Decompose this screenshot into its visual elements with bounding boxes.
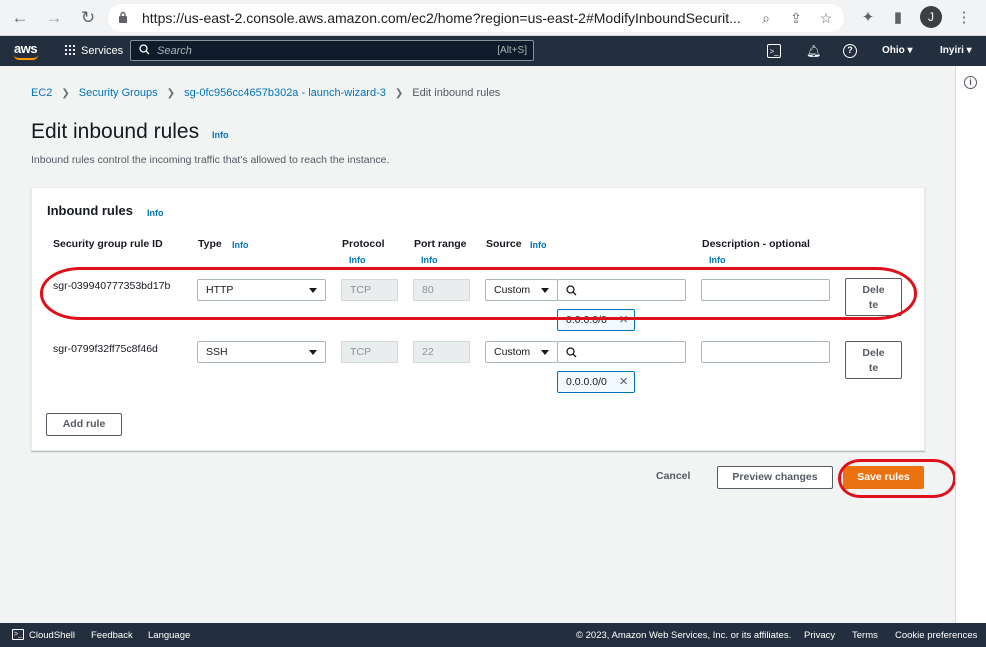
url-text: https://us-east-2.console.aws.amazon.com… xyxy=(142,10,741,26)
aws-logo[interactable]: aws xyxy=(14,41,38,56)
search-icon xyxy=(139,44,150,55)
utility-panel: i xyxy=(955,66,986,623)
zoom-icon[interactable]: ⌕ xyxy=(756,8,776,28)
column-header-description: Description - optional xyxy=(702,238,810,250)
cidr-value: 0.0.0.0/0 xyxy=(566,376,607,388)
footer-cloudshell-link[interactable]: CloudShell xyxy=(29,630,75,641)
side-panel-icon[interactable]: ▮ xyxy=(886,6,910,30)
description-input[interactable] xyxy=(701,341,830,363)
delete-label-line2: te xyxy=(868,362,879,374)
breadcrumb-ec2[interactable]: EC2 xyxy=(31,87,52,99)
info-icon[interactable]: i xyxy=(964,76,977,89)
forward-icon[interactable]: → xyxy=(42,6,66,30)
grid-icon xyxy=(64,44,75,55)
breadcrumb-current: Edit inbound rules xyxy=(412,87,501,99)
port-range-info-link[interactable]: Info xyxy=(421,255,438,265)
region-selector[interactable]: Ohio ▾ xyxy=(882,45,913,56)
description-info-link[interactable]: Info xyxy=(709,255,726,265)
chrome-menu-icon[interactable]: ⋮ xyxy=(952,6,976,30)
reload-icon[interactable]: ↻ xyxy=(76,6,100,30)
delete-label-line1: Dele xyxy=(862,347,885,359)
column-header-source: Source xyxy=(486,238,522,250)
help-icon[interactable]: ? xyxy=(843,44,857,58)
cancel-button[interactable]: Cancel xyxy=(656,470,690,482)
services-menu[interactable]: Services xyxy=(64,44,123,57)
footer-language-link[interactable]: Language xyxy=(148,630,190,641)
breadcrumb-security-groups[interactable]: Security Groups xyxy=(79,87,158,99)
port-range-field: 22 xyxy=(413,341,470,363)
type-select[interactable]: SSH xyxy=(197,341,326,363)
column-header-protocol: Protocol xyxy=(342,238,385,250)
annotation-ellipse-save xyxy=(838,459,956,498)
footer-terms-link[interactable]: Terms xyxy=(852,630,878,641)
breadcrumb-security-group[interactable]: sg-0fc956cc4657b302a - launch-wizard-3 xyxy=(184,87,386,99)
preview-changes-button[interactable]: Preview changes xyxy=(717,466,833,489)
account-menu[interactable]: Inyiri ▾ xyxy=(940,45,972,56)
back-icon[interactable]: ← xyxy=(8,6,32,30)
services-label: Services xyxy=(81,45,124,57)
column-header-port-range: Port range xyxy=(414,238,467,250)
cidr-token: 0.0.0.0/0 × xyxy=(557,371,635,393)
search-input[interactable]: Search [Alt+S] xyxy=(130,40,534,61)
add-rule-button[interactable]: Add rule xyxy=(46,413,122,436)
browser-toolbar: ← → ↻ https://us-east-2.console.aws.amaz… xyxy=(0,0,986,36)
type-value: SSH xyxy=(206,346,228,358)
bookmark-star-icon[interactable]: ☆ xyxy=(816,8,836,28)
annotation-ellipse-rule xyxy=(40,267,917,320)
chevron-right-icon: ❯ xyxy=(61,88,70,99)
caret-down-icon xyxy=(309,350,317,355)
search-shortcut: [Alt+S] xyxy=(497,45,527,56)
footer-feedback-link[interactable]: Feedback xyxy=(91,630,133,641)
source-value: Custom xyxy=(494,346,531,358)
aws-logo-smile xyxy=(14,55,38,60)
protocol-field: TCP xyxy=(341,341,398,363)
column-header-type: Type xyxy=(198,238,222,250)
footer-cookie-link[interactable]: Cookie preferences xyxy=(895,630,977,641)
source-select[interactable]: Custom xyxy=(485,341,558,363)
cloudshell-icon[interactable]: >_ xyxy=(767,44,781,58)
rule-id: sgr-0799f32ff75c8f46d xyxy=(53,343,158,355)
share-icon[interactable]: ⇪ xyxy=(786,8,806,28)
caret-down-icon xyxy=(541,350,549,355)
panel-info-link[interactable]: Info xyxy=(147,208,164,218)
page-description: Inbound rules control the incoming traff… xyxy=(31,154,390,166)
profile-avatar[interactable]: J xyxy=(920,6,942,28)
notifications-bell-icon[interactable]: 🔔︎ xyxy=(806,44,821,58)
cidr-search-input[interactable] xyxy=(557,341,686,363)
close-icon[interactable]: × xyxy=(619,374,628,390)
panel-heading: Inbound rules xyxy=(47,203,133,218)
aws-console-header: aws Services Search [Alt+S] >_ 🔔︎ ? Ohio… xyxy=(0,36,986,66)
search-placeholder: Search xyxy=(157,45,192,57)
footer-privacy-link[interactable]: Privacy xyxy=(804,630,835,641)
chevron-right-icon: ❯ xyxy=(166,88,176,99)
source-info-link[interactable]: Info xyxy=(530,240,547,250)
footer-copyright: © 2023, Amazon Web Services, Inc. or its… xyxy=(576,630,792,641)
protocol-info-link[interactable]: Info xyxy=(349,255,366,265)
search-icon xyxy=(566,347,577,358)
title-info-link[interactable]: Info xyxy=(212,130,229,140)
breadcrumb: EC2 ❯ Security Groups ❯ sg-0fc956cc4657b302a… xyxy=(31,87,500,99)
chevron-right-icon: ❯ xyxy=(394,88,404,99)
address-bar[interactable]: https://us-east-2.console.aws.amazon.com… xyxy=(108,4,844,32)
lock-icon xyxy=(119,11,127,23)
column-header-rule-id: Security group rule ID xyxy=(53,238,163,250)
page-title: Edit inbound rules xyxy=(31,120,200,143)
delete-rule-button[interactable]: Dele te xyxy=(845,341,902,379)
console-footer: >_ CloudShell Feedback Language © 2023, … xyxy=(0,623,986,647)
extensions-icon[interactable]: ✦ xyxy=(856,6,880,30)
cloudshell-icon: >_ xyxy=(12,629,24,640)
type-info-link[interactable]: Info xyxy=(232,240,249,250)
